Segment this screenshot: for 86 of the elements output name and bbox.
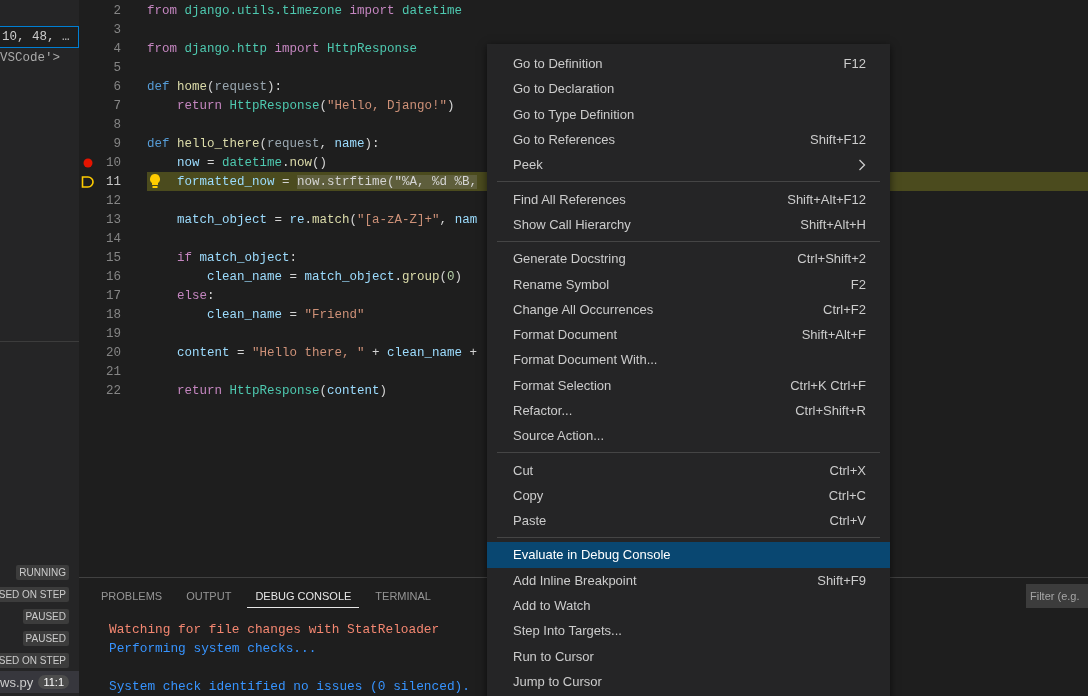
- code-line: def hello_there(request, name):: [147, 136, 380, 151]
- line-number: 10: [105, 155, 121, 170]
- code-line: else:: [177, 288, 215, 303]
- selected-code: now.strftime("%A, %d %B,: [297, 174, 478, 189]
- console-line: System check identified no issues (0 silenced).: [109, 678, 470, 696]
- status-badge: RUNNING: [16, 564, 69, 580]
- menu-item[interactable]: Evaluate in Debug Console: [487, 542, 890, 568]
- menu-item[interactable]: Go to References Shift+F12: [487, 126, 890, 153]
- code-line: clean_name = match_object.group(0): [207, 269, 463, 284]
- status-badge: SED ON STEP: [0, 652, 69, 668]
- line-number: 14: [105, 231, 121, 246]
- line-number: 21: [105, 364, 121, 379]
- status-badge: PAUSED: [22, 608, 69, 624]
- menu-item[interactable]: Jump to Cursor: [487, 668, 890, 695]
- file-name: ws.py: [0, 674, 34, 690]
- menu-item[interactable]: Refactor... Ctrl+Shift+R: [487, 397, 890, 424]
- menu-item[interactable]: Source Action...: [487, 423, 890, 449]
- line-number: 9: [112, 136, 121, 151]
- menu-item[interactable]: Add to Watch: [487, 592, 890, 619]
- code-line: from django.http import HttpResponse: [147, 41, 418, 56]
- breakpoint-icon[interactable]: [83, 157, 93, 168]
- line-number: 16: [105, 269, 121, 284]
- status-badge: SED ON STEP: [0, 586, 69, 602]
- code-line: now = datetime.now(): [177, 155, 328, 170]
- menu-item[interactable]: Step Into Targets...: [487, 618, 890, 644]
- code-line: formatted_now =: [177, 174, 291, 189]
- menu-item[interactable]: Paste Ctrl+V: [487, 508, 890, 534]
- menu-item[interactable]: Cut Ctrl+X: [487, 457, 890, 483]
- thread-row[interactable]: PAUSED: [0, 627, 79, 649]
- panel-tab[interactable]: PROBLEMS: [93, 586, 171, 608]
- menu-item[interactable]: Go to Type Definition: [487, 101, 890, 127]
- panel-tab[interactable]: DEBUG CONSOLE: [247, 586, 360, 608]
- menu-item[interactable]: Run to Cursor: [487, 643, 890, 669]
- line-number: 4: [112, 41, 121, 56]
- code-line: content = "Hello there, " + clean_name +: [177, 345, 478, 360]
- panel-tab[interactable]: OUTPUT: [178, 586, 240, 608]
- thread-row[interactable]: RUNNING: [0, 561, 79, 583]
- line-number: 12: [105, 193, 121, 208]
- stack-frame-row[interactable]: ws.py 11:1: [0, 671, 79, 693]
- code-line: return HttpResponse(content): [177, 383, 388, 398]
- thread-row[interactable]: SED ON STEP: [0, 583, 79, 605]
- watch-input-field[interactable]: 10, 48, …: [0, 26, 79, 48]
- line-number: 20: [105, 345, 121, 360]
- line-number: 18: [105, 307, 121, 322]
- menu-item[interactable]: Format Document Shift+Alt+F: [487, 321, 890, 348]
- menu-item[interactable]: Peek: [487, 152, 890, 178]
- line-number: 7: [112, 98, 121, 113]
- thread-row[interactable]: PAUSED: [0, 605, 79, 627]
- line-number: 11: [105, 174, 121, 189]
- menu-item[interactable]: Show Call Hierarchy Shift+Alt+H: [487, 211, 890, 238]
- line-number: 19: [105, 326, 121, 341]
- code-line: return HttpResponse("Hello, Django!"): [177, 98, 455, 113]
- console-line: Watching for file changes with StatReloader: [109, 621, 440, 639]
- filter-field[interactable]: Filter (e.g.: [1026, 584, 1088, 608]
- code-line: if match_object:: [177, 250, 298, 265]
- thread-row[interactable]: SED ON STEP: [0, 649, 79, 671]
- line-number: 17: [105, 288, 121, 303]
- console-line: Performing system checks...: [109, 640, 317, 658]
- line-number: 5: [112, 60, 121, 75]
- line-number: 22: [105, 383, 121, 398]
- line-number: 8: [112, 117, 121, 132]
- menu-item[interactable]: Go to Definition F12: [487, 51, 890, 77]
- menu-item[interactable]: Rename Symbol F2: [487, 271, 890, 297]
- variable-value: VSCode'>: [0, 50, 61, 67]
- menu-item[interactable]: Copy Ctrl+C: [487, 482, 890, 509]
- menu-item[interactable]: Generate Docstring Ctrl+Shift+2: [487, 246, 890, 272]
- menu-item[interactable]: Add Inline Breakpoint Shift+F9: [487, 567, 890, 593]
- line-number: 6: [112, 79, 121, 94]
- menu-item[interactable]: Change All Occurrences Ctrl+F2: [487, 296, 890, 322]
- code-line: clean_name = "Friend": [207, 307, 365, 322]
- menu-item[interactable]: Find All References Shift+Alt+F12: [487, 186, 890, 212]
- status-badge: PAUSED: [22, 630, 69, 646]
- menu-item[interactable]: Format Document With...: [487, 347, 890, 373]
- lightbulb-icon[interactable]: [149, 173, 161, 189]
- line-number: 13: [105, 212, 121, 227]
- line-number: 2: [112, 3, 121, 18]
- menu-item[interactable]: Format Selection Ctrl+K Ctrl+F: [487, 372, 890, 398]
- position-badge: 11:1: [38, 675, 69, 689]
- line-number: 15: [105, 250, 121, 265]
- line-number: 3: [112, 22, 121, 37]
- chevron-right-icon: [858, 158, 866, 171]
- panel-tab[interactable]: TERMINAL: [367, 586, 439, 608]
- code-line: match_object = re.match("[a-zA-Z]+", nam: [177, 212, 478, 227]
- menu-item[interactable]: Go to Declaration: [487, 76, 890, 102]
- code-line: from django.utils.timezone import datetime: [147, 3, 463, 18]
- code-line: def home(request):: [147, 79, 283, 94]
